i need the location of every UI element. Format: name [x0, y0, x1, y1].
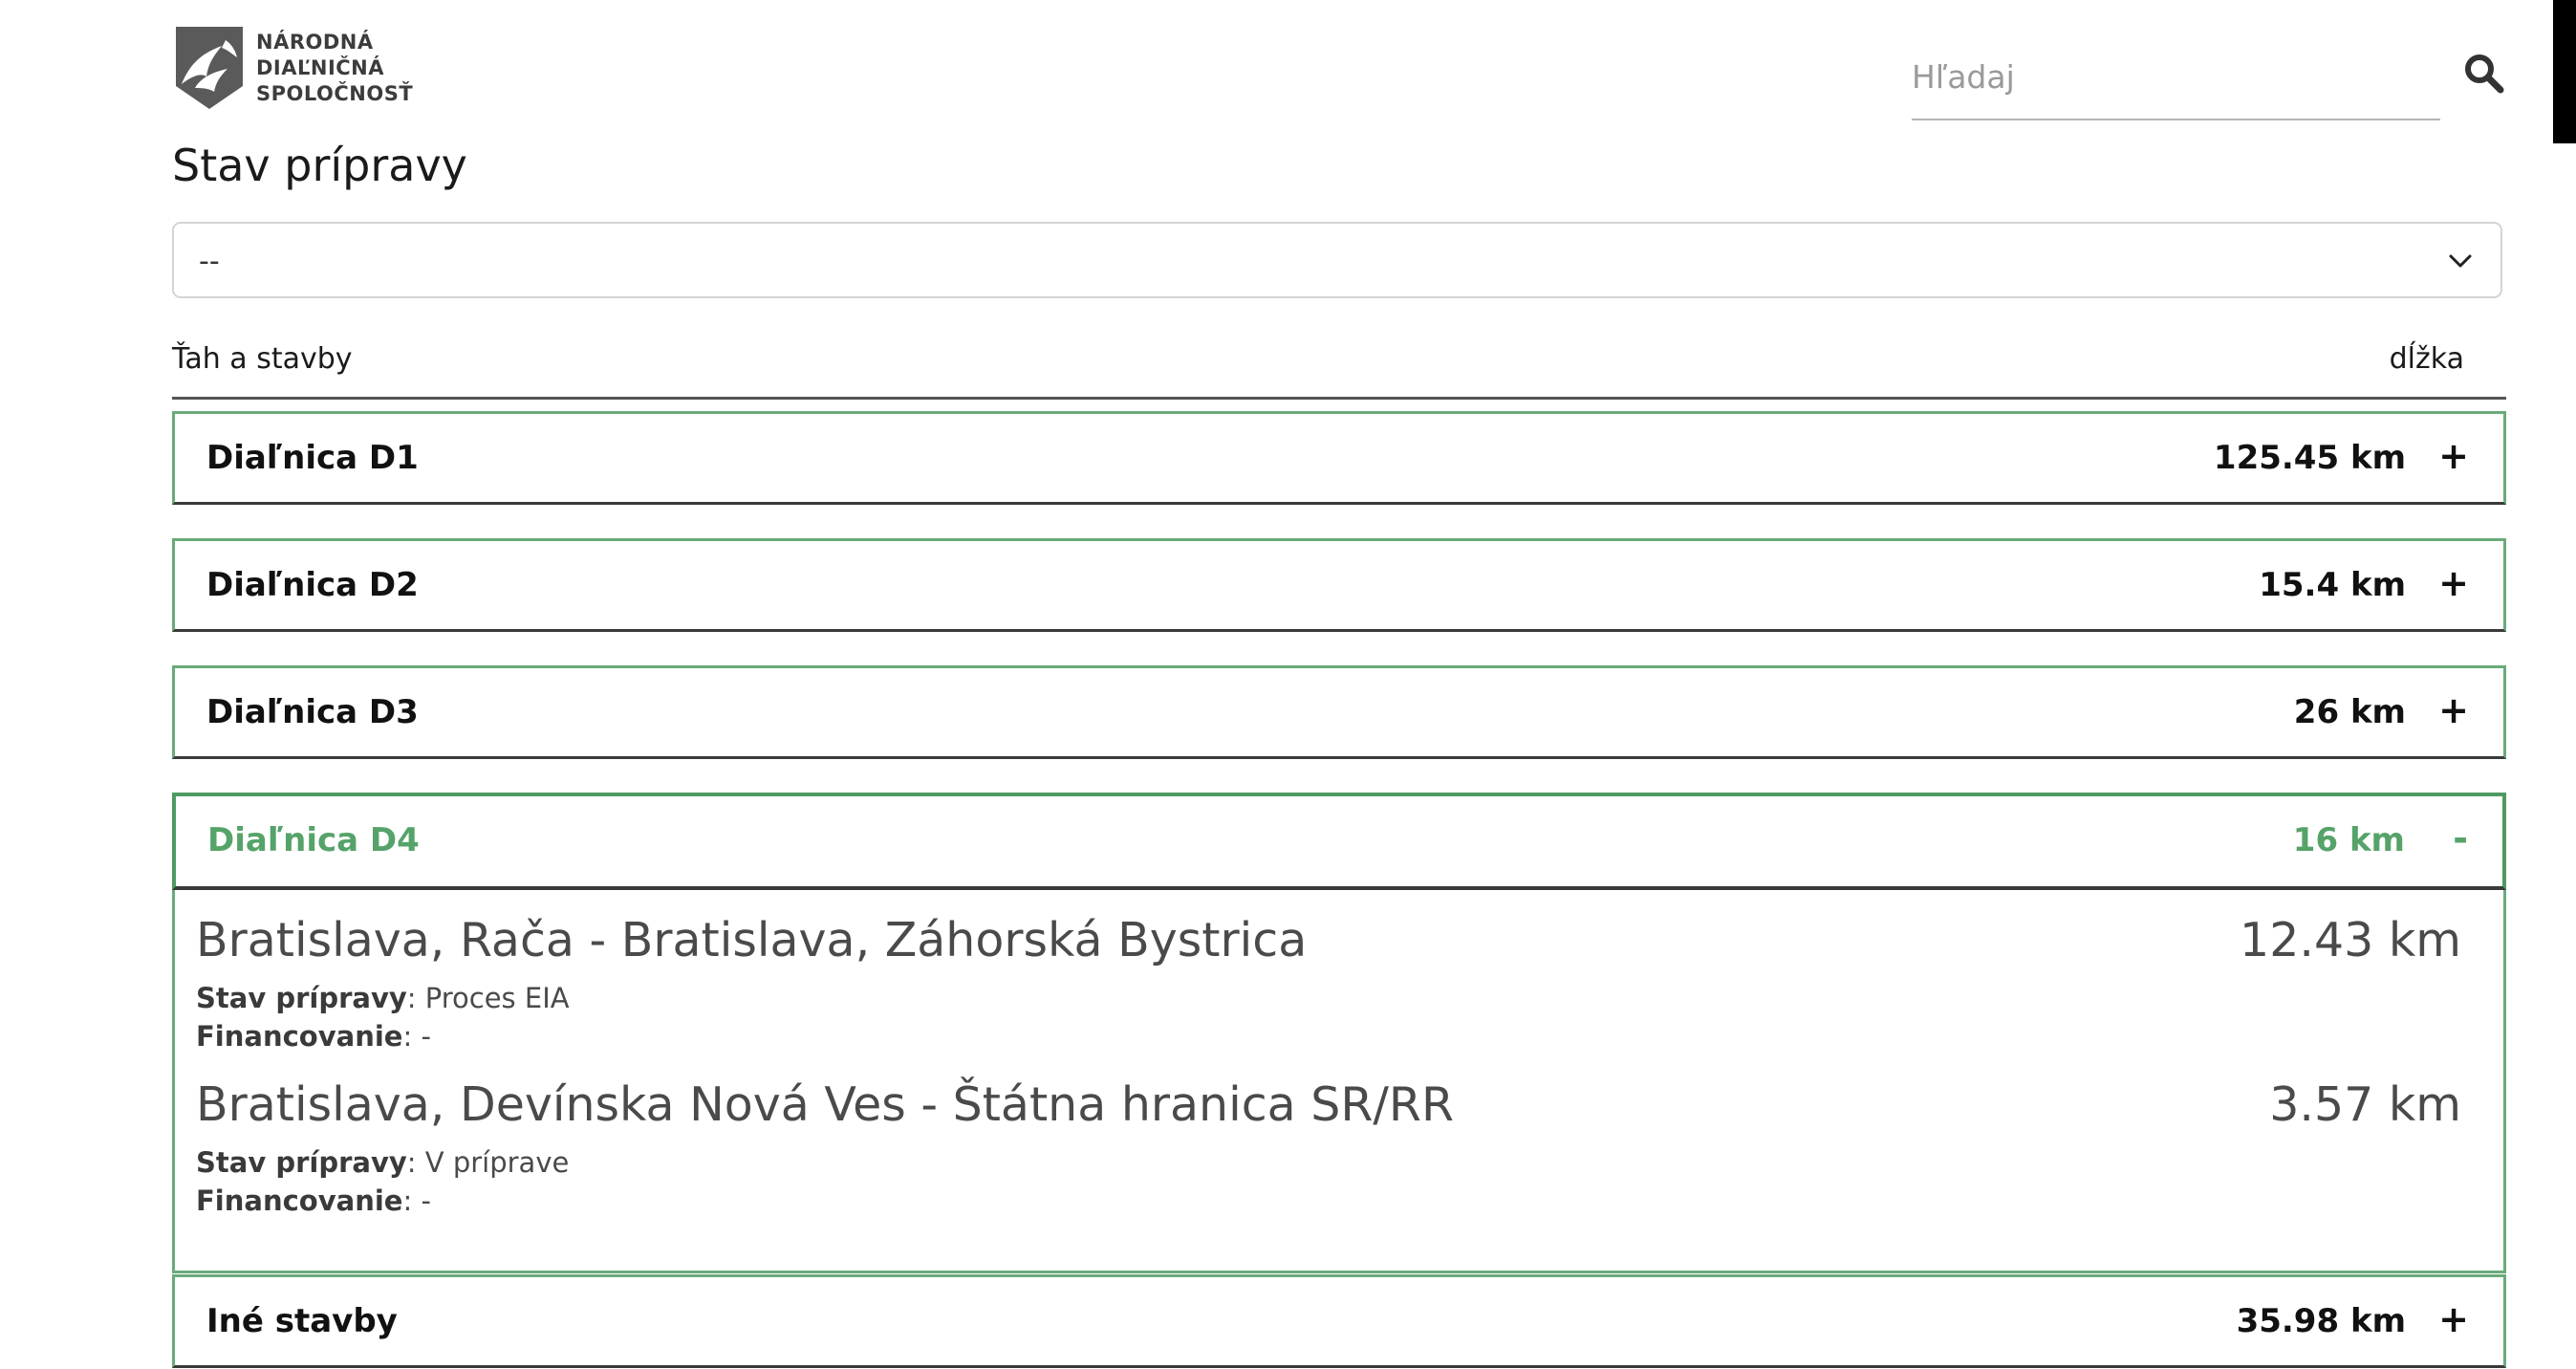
site-header: NÁRODNÁ DIAĽNIČNÁ SPOLOČNOSŤ: [172, 0, 2506, 143]
search-input[interactable]: [1912, 34, 2440, 120]
group-d3: Diaľnica D3 26 km +: [172, 665, 2506, 759]
group-other: Iné stavby 35.98 km +: [172, 1274, 2506, 1368]
funding-value: -: [421, 1184, 431, 1217]
project-item: Bratislava, Devínska Nová Ves - Štátna h…: [175, 1077, 2503, 1242]
expand-toggle[interactable]: +: [2438, 1298, 2469, 1340]
group-d1: Diaľnica D1 125.45 km +: [172, 411, 2506, 505]
table-header: Ťah a stavby dĺžka: [172, 325, 2506, 400]
status-filter-select[interactable]: --: [172, 222, 2502, 298]
expand-toggle[interactable]: +: [2438, 562, 2469, 604]
status-label: Stav prípravy: [196, 1146, 407, 1179]
group-name: Diaľnica D3: [206, 693, 419, 731]
expand-toggle[interactable]: +: [2438, 435, 2469, 477]
group-name: Diaľnica D1: [206, 439, 419, 477]
group-header-d4[interactable]: Diaľnica D4 16 km -: [172, 793, 2506, 890]
logo-text: NÁRODNÁ DIAĽNIČNÁ SPOLOČNOSŤ: [256, 30, 413, 107]
project-name: Bratislava, Rača - Bratislava, Záhorská …: [196, 913, 1308, 967]
project-status: Stav prípravy: V príprave: [196, 1146, 570, 1179]
page: NÁRODNÁ DIAĽNIČNÁ SPOLOČNOSŤ Stav prípra…: [0, 0, 2576, 1369]
logo-line-1: NÁRODNÁ: [256, 30, 374, 54]
group-d2: Diaľnica D2 15.4 km +: [172, 538, 2506, 632]
search-box: [1900, 34, 2506, 120]
project-length: 12.43 km: [2240, 913, 2461, 967]
site-logo[interactable]: NÁRODNÁ DIAĽNIČNÁ SPOLOČNOSŤ: [172, 27, 413, 109]
search-icon[interactable]: [2462, 52, 2506, 96]
project-item: Bratislava, Rača - Bratislava, Záhorská …: [175, 913, 2503, 1077]
group-header-d1[interactable]: Diaľnica D1 125.45 km +: [172, 411, 2506, 505]
group-length: 35.98 km: [2236, 1302, 2406, 1340]
funding-label: Financovanie: [196, 1184, 403, 1217]
group-length: 26 km: [2293, 693, 2406, 731]
group-header-d2[interactable]: Diaľnica D2 15.4 km +: [172, 538, 2506, 632]
ndsh-road-logo-icon: [176, 27, 243, 109]
group-name: Diaľnica D4: [207, 821, 420, 859]
logo-line-2: DIAĽNIČNÁ: [256, 55, 385, 79]
group-name: Diaľnica D2: [206, 566, 419, 604]
group-header-d3[interactable]: Diaľnica D3 26 km +: [172, 665, 2506, 759]
funding-value: -: [421, 1020, 431, 1053]
column-header-route: Ťah a stavby: [172, 342, 353, 376]
chevron-down-icon: [2449, 254, 2472, 268]
group-length: 16 km: [2292, 821, 2405, 859]
group-name: Iné stavby: [206, 1302, 398, 1340]
project-funding: Financovanie: -: [196, 1020, 431, 1053]
project-status: Stav prípravy: Proces EIA: [196, 982, 570, 1014]
group-length: 15.4 km: [2259, 566, 2406, 604]
select-value: --: [199, 245, 220, 278]
expand-toggle[interactable]: +: [2438, 689, 2469, 731]
group-body-d4: Bratislava, Rača - Bratislava, Záhorská …: [172, 890, 2506, 1273]
column-header-length: dĺžka: [2389, 342, 2464, 376]
corner-scroll-tab: [2553, 0, 2576, 143]
group-d4: Diaľnica D4 16 km - Bratislava, Rača - B…: [172, 793, 2506, 1273]
group-length: 125.45 km: [2213, 439, 2406, 477]
group-header-other[interactable]: Iné stavby 35.98 km +: [172, 1274, 2506, 1368]
status-value: Proces EIA: [424, 982, 570, 1014]
funding-label: Financovanie: [196, 1020, 403, 1053]
main-container: NÁRODNÁ DIAĽNIČNÁ SPOLOČNOSŤ Stav prípra…: [172, 0, 2506, 1368]
page-title: Stav prípravy: [172, 140, 467, 191]
project-length: 3.57 km: [2269, 1077, 2461, 1132]
logo-line-3: SPOLOČNOSŤ: [256, 81, 414, 105]
project-name: Bratislava, Devínska Nová Ves - Štátna h…: [196, 1077, 1455, 1132]
project-funding: Financovanie: -: [196, 1184, 431, 1217]
status-value: V príprave: [424, 1146, 570, 1179]
collapse-toggle[interactable]: -: [2453, 817, 2468, 859]
status-label: Stav prípravy: [196, 982, 407, 1014]
